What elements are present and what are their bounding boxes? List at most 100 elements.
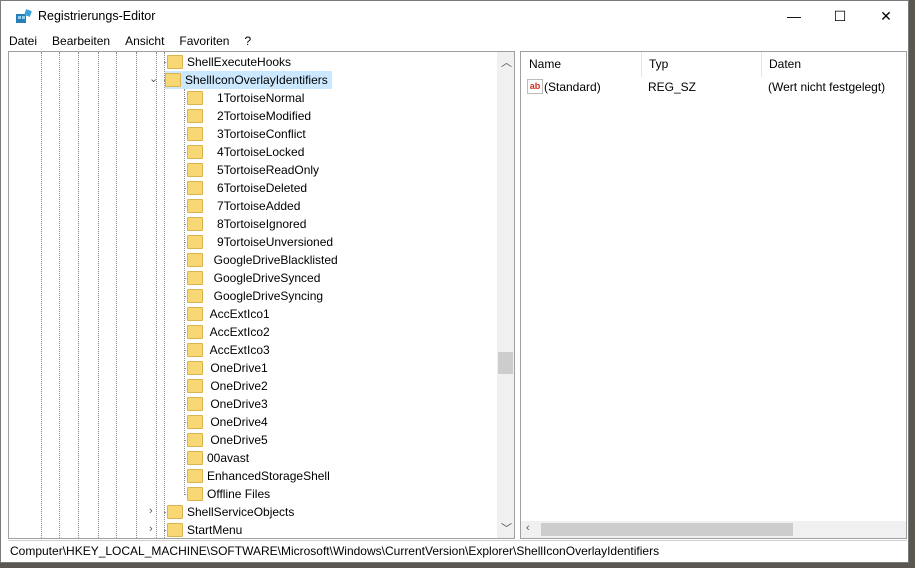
tree-item-label: 7TortoiseAdded [207, 199, 301, 213]
column-header-type[interactable]: Typ [649, 57, 668, 71]
column-divider[interactable] [641, 52, 642, 77]
tree-item-label: 00avast [207, 451, 250, 465]
folder-icon [187, 217, 203, 231]
regedit-app-icon [16, 9, 32, 23]
tree-item-child[interactable]: AccExtIco1 [187, 305, 270, 323]
folder-icon [187, 235, 203, 249]
tree-connector [164, 52, 165, 538]
tree-item-sibling[interactable]: StartMenu [167, 521, 243, 538]
tree-item-label: OneDrive3 [207, 397, 268, 411]
tree-item-shelliconoverlayidentifiers[interactable]: ShellIconOverlayIdentifiers [165, 71, 332, 89]
tree-item-child[interactable]: 8TortoiseIgnored [187, 215, 306, 233]
tree-vertical-scrollbar[interactable]: ︿ ﹀ [497, 52, 514, 538]
tree-item-label: 5TortoiseReadOnly [207, 163, 320, 177]
folder-icon [187, 127, 203, 141]
tree-item-child[interactable]: 00avast [187, 449, 249, 467]
value-data: (Wert nicht festgelegt) [768, 80, 886, 94]
menu-bearbeiten[interactable]: Bearbeiten [44, 32, 117, 52]
folder-icon [187, 325, 203, 339]
scroll-thumb[interactable] [541, 523, 793, 536]
tree-item-child[interactable]: AccExtIco3 [187, 341, 270, 359]
scroll-thumb[interactable] [498, 352, 513, 374]
expand-chevron-icon[interactable]: › [149, 505, 153, 517]
menu-help[interactable]: ? [236, 32, 258, 52]
tree-item-child[interactable]: 9TortoiseUnversioned [187, 233, 333, 251]
scroll-down-icon[interactable]: ﹀ [501, 520, 512, 536]
collapse-chevron-icon[interactable]: ⌄ [149, 72, 158, 85]
status-bar-path: Computer\HKEY_LOCAL_MACHINE\SOFTWARE\Mic… [8, 540, 907, 561]
tree-item-label: 9TortoiseUnversioned [207, 235, 334, 249]
tree-item-child[interactable]: OneDrive5 [187, 431, 268, 449]
folder-icon [187, 289, 203, 303]
tree-connector [116, 52, 117, 538]
tree-item-child[interactable]: Offline Files [187, 485, 270, 503]
tree-item-child[interactable]: AccExtIco2 [187, 323, 270, 341]
tree-item-label: ShellIconOverlayIdentifiers [185, 73, 328, 87]
close-button[interactable]: ✕ [863, 1, 909, 31]
tree-item-label: AccExtIco3 [207, 343, 270, 357]
value-name: (Standard) [544, 80, 601, 94]
tree-item-label: AccExtIco2 [207, 325, 270, 339]
tree-item-label: StartMenu [187, 523, 243, 537]
folder-icon [187, 379, 203, 393]
folder-icon [187, 91, 203, 105]
maximize-button[interactable]: ☐ [817, 1, 863, 31]
tree-connector [98, 52, 99, 538]
tree-connector [78, 52, 79, 538]
tree-item-label: ShellServiceObjects [187, 505, 295, 519]
tree-item-label: OneDrive2 [207, 379, 268, 393]
tree-item-label: 4TortoiseLocked [207, 145, 305, 159]
tree-item-child[interactable]: GoogleDriveSyncing [187, 287, 323, 305]
tree-item-child[interactable]: 7TortoiseAdded [187, 197, 300, 215]
tree-connector [41, 52, 42, 538]
scroll-left-icon[interactable]: ‹ [526, 522, 530, 534]
tree-item-child[interactable]: GoogleDriveSynced [187, 269, 320, 287]
tree-item-child[interactable]: OneDrive2 [187, 377, 268, 395]
tree-item-label: GoogleDriveBlacklisted [207, 253, 338, 267]
column-header-data[interactable]: Daten [769, 57, 801, 71]
tree-item-child[interactable]: 2TortoiseModified [187, 107, 311, 125]
tree-item-child[interactable]: 3TortoiseConflict [187, 125, 306, 143]
expand-chevron-icon[interactable]: › [149, 523, 153, 535]
tree-item-sibling[interactable]: ShellServiceObjects [167, 503, 294, 521]
tree-item-child[interactable]: 4TortoiseLocked [187, 143, 304, 161]
tree-item-child[interactable]: OneDrive1 [187, 359, 268, 377]
tree-item-shellexecutehooks[interactable]: ShellExecuteHooks [167, 53, 291, 71]
values-horizontal-scrollbar[interactable]: ‹ [521, 521, 906, 538]
tree-item-label: 8TortoiseIgnored [207, 217, 307, 231]
tree-item-child[interactable]: OneDrive4 [187, 413, 268, 431]
tree-item-child[interactable]: 1TortoiseNormal [187, 89, 304, 107]
window-title: Registrierungs-Editor [38, 9, 156, 23]
scroll-up-icon[interactable]: ︿ [501, 54, 512, 70]
menu-datei[interactable]: Datei [1, 32, 44, 52]
tree-item-child[interactable]: GoogleDriveBlacklisted [187, 251, 338, 269]
tree-item-label: 2TortoiseModified [207, 109, 312, 123]
registry-tree[interactable]: ︿ ﹀ ShellExecuteHooks ⌄ ShellIconOverlayId… [8, 51, 515, 539]
column-divider[interactable] [761, 52, 762, 77]
menu-favoriten[interactable]: Favoriten [171, 32, 236, 52]
tree-item-child[interactable]: 5TortoiseReadOnly [187, 161, 319, 179]
string-value-icon: ab [527, 79, 543, 94]
tree-connector [136, 52, 137, 538]
column-header-name[interactable]: Name [529, 57, 561, 71]
menu-bar: Datei Bearbeiten Ansicht Favoriten ? [1, 32, 908, 52]
tree-item-label: GoogleDriveSynced [207, 271, 321, 285]
folder-icon [187, 253, 203, 267]
tree-item-child[interactable]: EnhancedStorageShell [187, 467, 330, 485]
folder-icon [187, 163, 203, 177]
folder-icon [187, 181, 203, 195]
tree-item-child[interactable]: 6TortoiseDeleted [187, 179, 307, 197]
title-bar: Registrierungs-Editor — ☐ ✕ [1, 1, 908, 32]
tree-item-child[interactable]: OneDrive3 [187, 395, 268, 413]
menu-ansicht[interactable]: Ansicht [117, 32, 171, 52]
folder-icon [187, 469, 203, 483]
tree-item-label: OneDrive1 [207, 361, 268, 375]
tree-item-label: 1TortoiseNormal [207, 91, 305, 105]
tree-connector [59, 52, 60, 538]
folder-icon [187, 145, 203, 159]
tree-item-label: EnhancedStorageShell [207, 469, 330, 483]
folder-icon [187, 307, 203, 321]
folder-icon [187, 397, 203, 411]
minimize-button[interactable]: — [771, 1, 817, 31]
folder-icon [187, 109, 203, 123]
